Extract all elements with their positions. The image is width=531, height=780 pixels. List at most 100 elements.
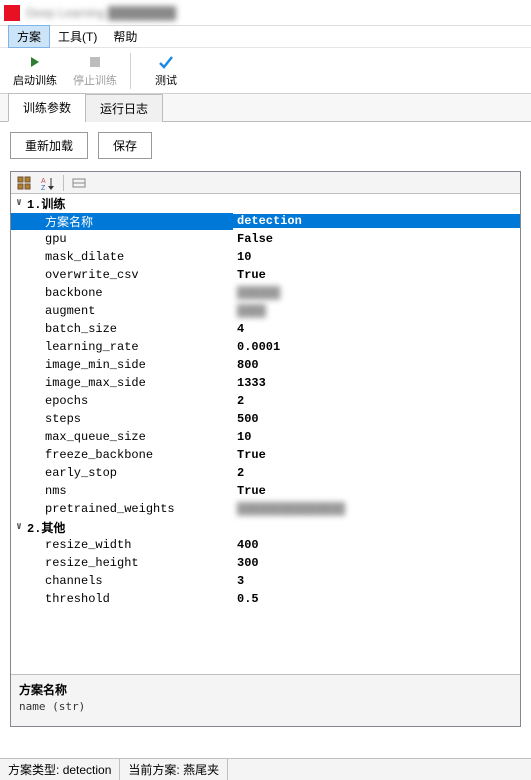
description-title: 方案名称	[19, 681, 512, 698]
menu-tools[interactable]: 工具(T)	[50, 26, 105, 47]
property-name: batch_size	[11, 322, 233, 336]
property-row[interactable]: augment████	[11, 302, 520, 320]
property-value[interactable]: 1333	[233, 376, 520, 390]
property-row[interactable]: pretrained_weights███████████████	[11, 500, 520, 518]
property-row[interactable]: channels3	[11, 572, 520, 590]
property-row[interactable]: gpuFalse	[11, 230, 520, 248]
property-row[interactable]: image_max_side1333	[11, 374, 520, 392]
property-value[interactable]: 800	[233, 358, 520, 372]
property-name: pretrained_weights	[11, 502, 233, 516]
property-name: learning_rate	[11, 340, 233, 354]
property-row[interactable]: epochs2	[11, 392, 520, 410]
play-icon	[27, 54, 43, 70]
property-name: steps	[11, 412, 233, 426]
property-value[interactable]: 0.0001	[233, 340, 520, 354]
property-value[interactable]: detection	[233, 214, 520, 228]
property-value[interactable]: True	[233, 268, 520, 282]
categorize-icon[interactable]	[13, 174, 35, 192]
test-label: 测试	[155, 72, 177, 88]
status-type-value: detection	[63, 763, 112, 777]
property-value[interactable]: 0.5	[233, 592, 520, 606]
start-training-button[interactable]: 启动训练	[8, 50, 62, 92]
app-icon	[4, 5, 20, 21]
stop-training-button[interactable]: 停止训练	[68, 50, 122, 92]
property-value[interactable]: True	[233, 484, 520, 498]
property-row[interactable]: 方案名称detection	[11, 212, 520, 230]
property-value[interactable]: True	[233, 448, 520, 462]
reload-button[interactable]: 重新加载	[10, 132, 88, 159]
property-value[interactable]: 2	[233, 394, 520, 408]
property-row[interactable]: nmsTrue	[11, 482, 520, 500]
status-current-label: 当前方案:	[128, 761, 179, 778]
property-row[interactable]: learning_rate0.0001	[11, 338, 520, 356]
property-name: freeze_backbone	[11, 448, 233, 462]
property-value[interactable]: 2	[233, 466, 520, 480]
property-row[interactable]: resize_height300	[11, 554, 520, 572]
property-name: epochs	[11, 394, 233, 408]
property-row[interactable]: threshold0.5	[11, 590, 520, 608]
property-name: mask_dilate	[11, 250, 233, 264]
chevron-down-icon[interactable]: ∨	[13, 521, 25, 533]
property-name: nms	[11, 484, 233, 498]
property-row[interactable]: backbone██████	[11, 284, 520, 302]
property-name: backbone	[11, 286, 233, 300]
check-icon	[158, 54, 174, 70]
property-value[interactable]: 500	[233, 412, 520, 426]
property-row[interactable]: steps500	[11, 410, 520, 428]
property-row[interactable]: resize_width400	[11, 536, 520, 554]
svg-text:A: A	[41, 178, 46, 185]
property-value[interactable]: False	[233, 232, 520, 246]
toolbar: 启动训练 停止训练 测试	[0, 48, 531, 94]
property-value[interactable]: 3	[233, 574, 520, 588]
property-value[interactable]: 10	[233, 250, 520, 264]
property-value[interactable]: 400	[233, 538, 520, 552]
property-grid-body[interactable]: ∨1.训练方案名称detectiongpuFalsemask_dilate10o…	[11, 194, 520, 674]
status-type-label: 方案类型:	[8, 761, 59, 778]
status-current-scheme: 当前方案: 燕尾夹	[120, 759, 228, 780]
menu-bar: 方案 工具(T) 帮助	[0, 26, 531, 48]
property-value[interactable]: 10	[233, 430, 520, 444]
group-title: 2.其他	[27, 519, 65, 536]
group-header[interactable]: ∨1.训练	[11, 194, 520, 212]
description-panel: 方案名称 name (str)	[11, 674, 520, 726]
property-row[interactable]: mask_dilate10	[11, 248, 520, 266]
property-grid: AZ ∨1.训练方案名称detectiongpuFalsemask_dilate…	[10, 171, 521, 727]
chevron-down-icon[interactable]: ∨	[13, 197, 25, 209]
tab-run-log[interactable]: 运行日志	[85, 94, 163, 122]
property-name: resize_height	[11, 556, 233, 570]
stop-training-label: 停止训练	[73, 72, 117, 88]
property-value[interactable]: ██████	[233, 286, 520, 300]
test-button[interactable]: 测试	[139, 50, 193, 92]
save-button[interactable]: 保存	[98, 132, 152, 159]
property-value[interactable]: 300	[233, 556, 520, 570]
toolbar-separator	[130, 53, 131, 89]
status-scheme-type: 方案类型: detection	[0, 759, 120, 780]
property-value[interactable]: ████	[233, 304, 520, 318]
grid-toolbar-separator	[63, 175, 64, 191]
property-name: max_queue_size	[11, 430, 233, 444]
property-name: image_max_side	[11, 376, 233, 390]
title-bar: Deep Learning ████████	[0, 0, 531, 26]
property-row[interactable]: overwrite_csvTrue	[11, 266, 520, 284]
property-row[interactable]: max_queue_size10	[11, 428, 520, 446]
property-value[interactable]: 4	[233, 322, 520, 336]
grid-tool-3-icon[interactable]	[68, 174, 90, 192]
menu-scheme[interactable]: 方案	[8, 25, 50, 48]
group-header[interactable]: ∨2.其他	[11, 518, 520, 536]
tab-bar: 训练参数 运行日志	[0, 94, 531, 122]
property-row[interactable]: early_stop2	[11, 464, 520, 482]
property-value[interactable]: ███████████████	[233, 502, 520, 516]
stop-icon	[87, 54, 103, 70]
sort-alpha-icon[interactable]: AZ	[37, 174, 59, 192]
status-bar: 方案类型: detection 当前方案: 燕尾夹	[0, 758, 531, 780]
property-row[interactable]: image_min_side800	[11, 356, 520, 374]
property-name: overwrite_csv	[11, 268, 233, 282]
tab-train-params[interactable]: 训练参数	[8, 93, 86, 122]
status-current-value: 燕尾夹	[183, 761, 219, 778]
property-name: image_min_side	[11, 358, 233, 372]
menu-help[interactable]: 帮助	[105, 26, 145, 47]
grid-toolbar: AZ	[11, 172, 520, 194]
property-row[interactable]: batch_size4	[11, 320, 520, 338]
description-body: name (str)	[19, 700, 512, 713]
property-row[interactable]: freeze_backboneTrue	[11, 446, 520, 464]
